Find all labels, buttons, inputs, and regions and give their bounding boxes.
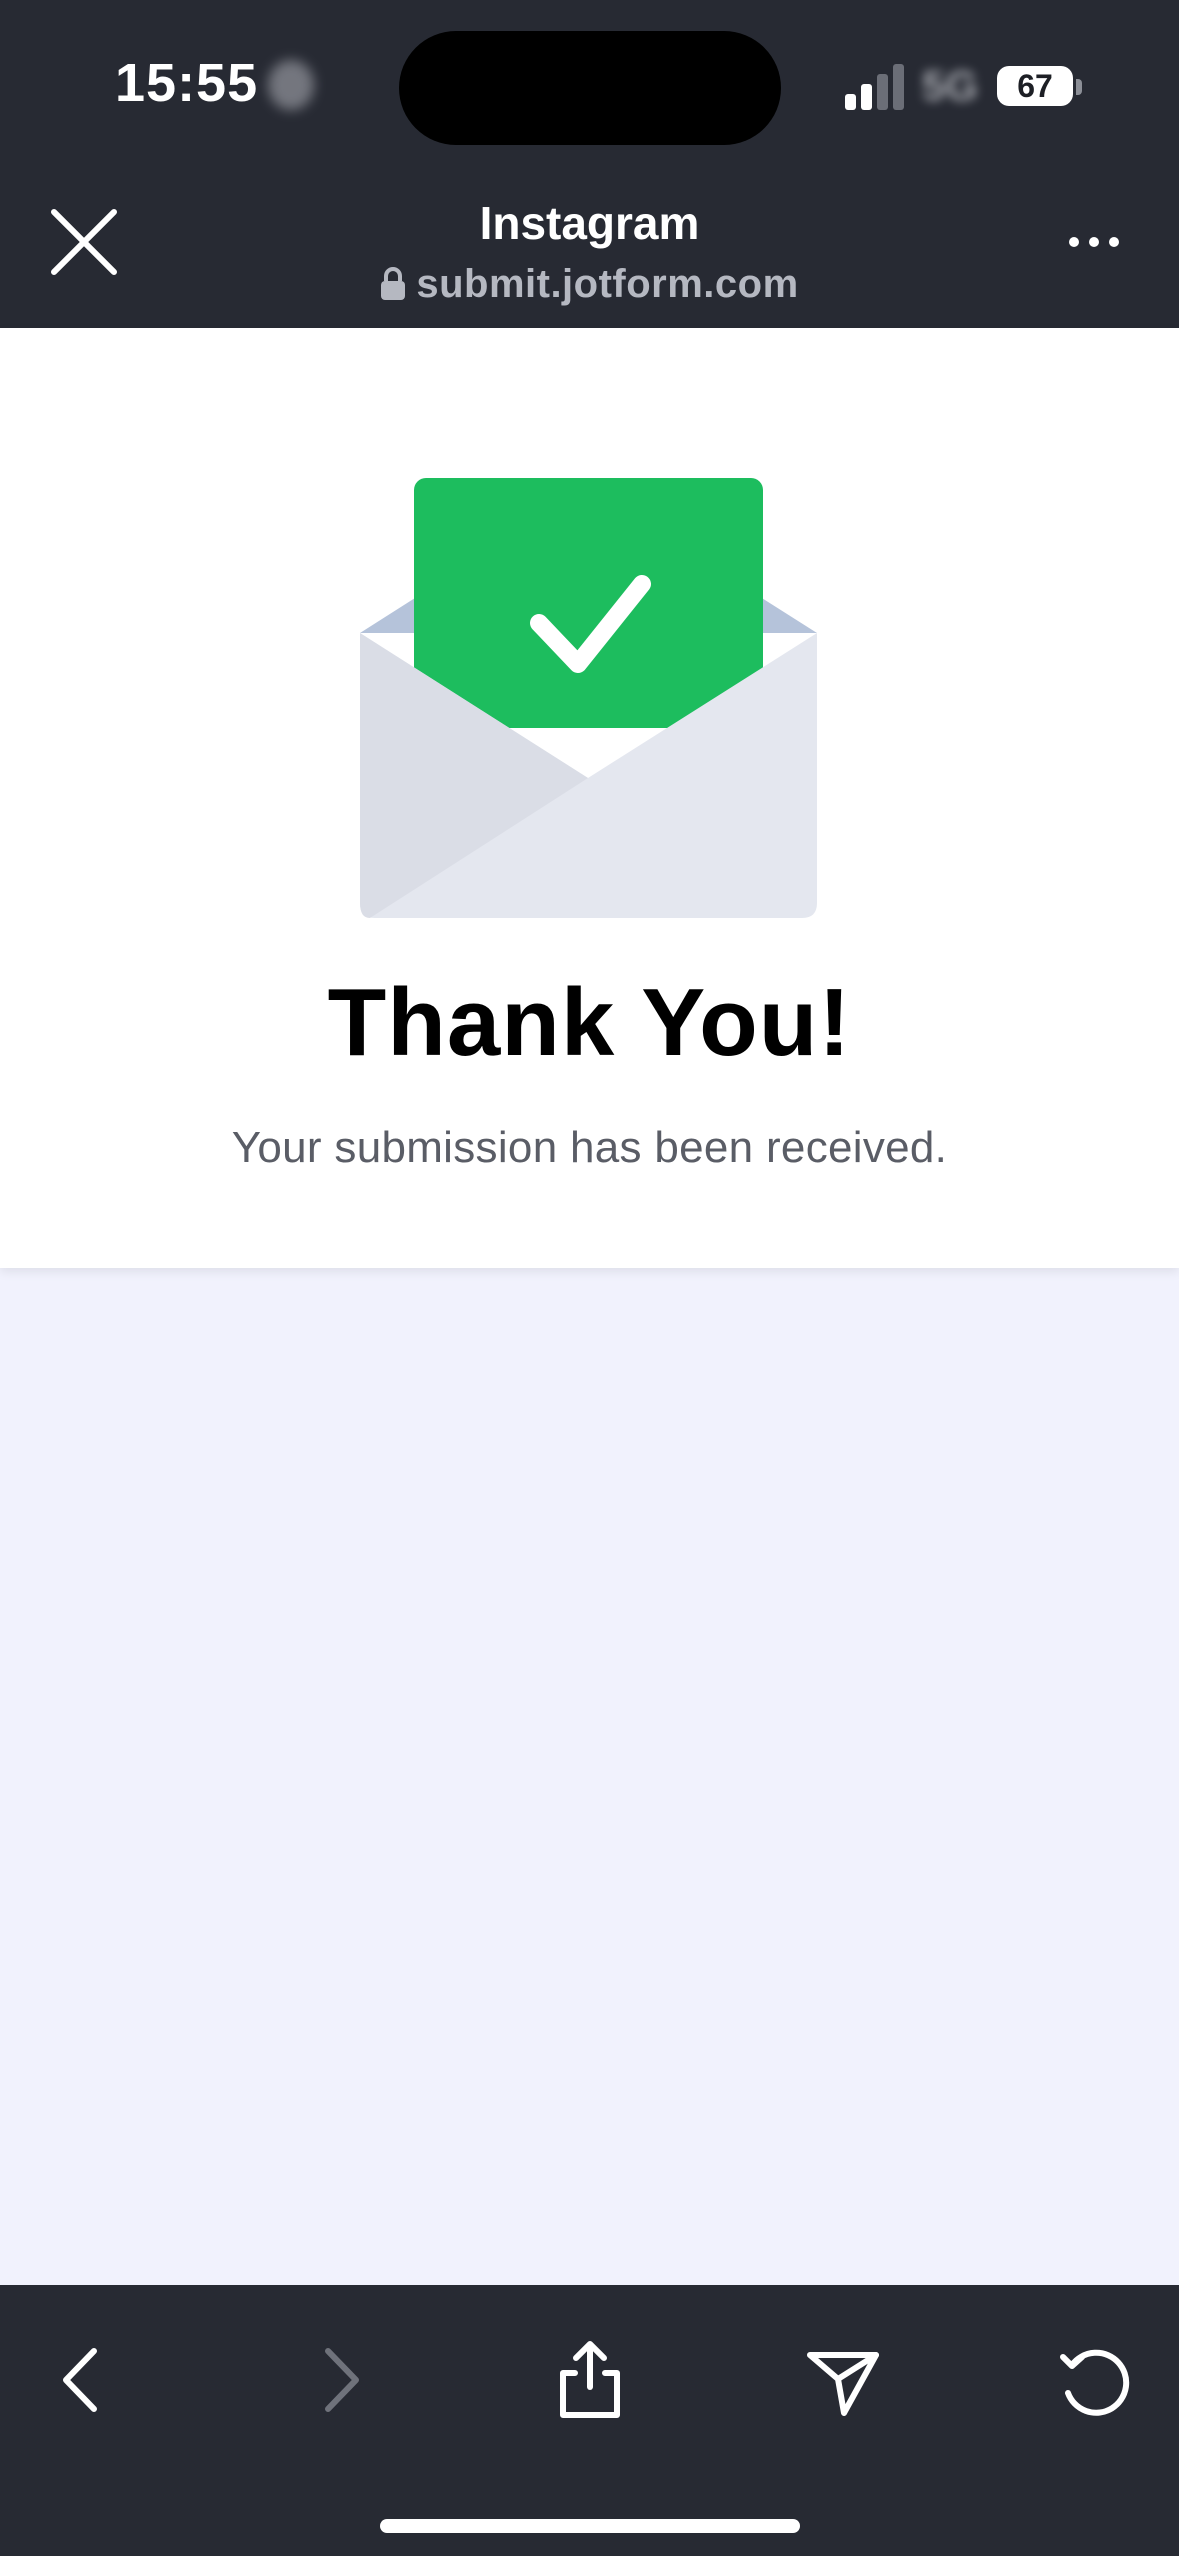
reload-button[interactable]: [1050, 2335, 1140, 2425]
send-button[interactable]: [798, 2335, 888, 2425]
page-title: Instagram: [479, 197, 700, 249]
share-button[interactable]: [545, 2335, 635, 2425]
url-display[interactable]: submit.jotform.com: [0, 262, 1179, 307]
battery-icon: 67: [997, 66, 1073, 106]
more-options-button[interactable]: [1064, 222, 1124, 262]
forward-button[interactable]: [292, 2335, 382, 2425]
share-icon: [560, 2341, 620, 2418]
silent-mode-icon: [268, 60, 314, 110]
envelope-check-icon: [360, 478, 817, 918]
url-text: submit.jotform.com: [416, 262, 799, 306]
home-indicator[interactable]: [380, 2519, 800, 2533]
status-time: 15:55: [115, 53, 259, 113]
reload-icon: [1060, 2349, 1130, 2416]
network-type-label: 5G: [922, 62, 979, 109]
submission-message: Your submission has been received.: [231, 1123, 948, 1172]
browser-top-bar: 15:55 5G 67 Instagram submit.jotform.com: [0, 0, 1179, 328]
forward-arrow-icon: [325, 2348, 359, 2412]
confirmation-card: Thank You! Your submission has been rece…: [0, 328, 1179, 1268]
cellular-signal-icon: [845, 64, 905, 110]
more-icon: [1069, 237, 1119, 247]
thank-you-heading: Thank You!: [327, 969, 852, 1076]
lock-icon: [381, 267, 406, 300]
back-button[interactable]: [40, 2335, 130, 2425]
battery-cap: [1076, 79, 1082, 95]
dynamic-island: [399, 31, 781, 145]
send-icon: [807, 2352, 879, 2416]
browser-bottom-toolbar: [0, 2285, 1179, 2556]
back-arrow-icon: [63, 2348, 97, 2412]
